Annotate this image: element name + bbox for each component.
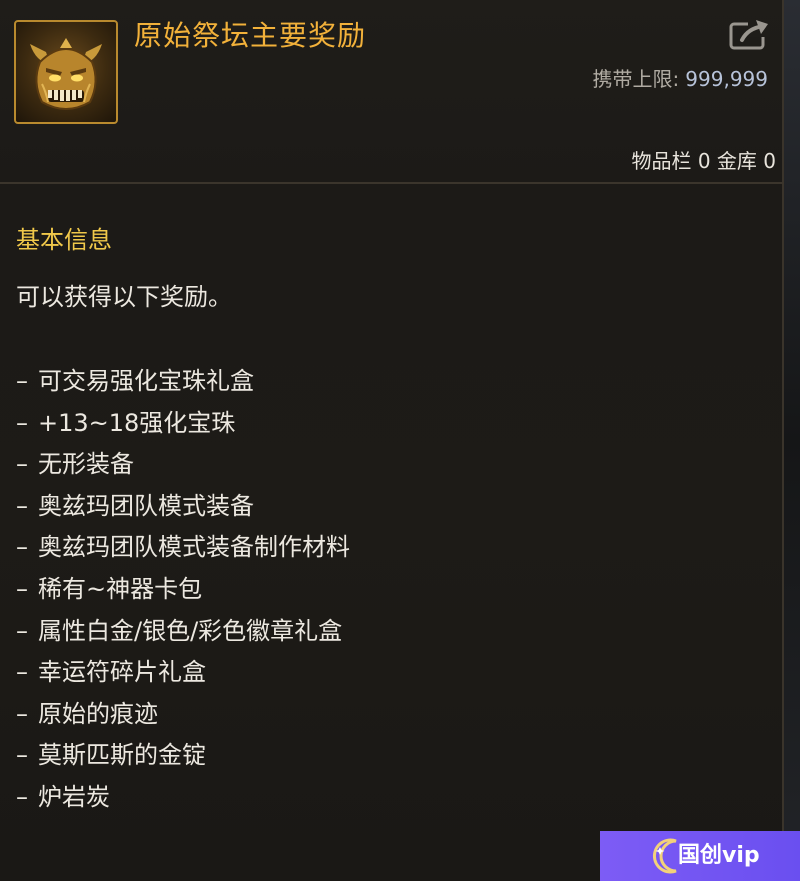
bullet-dash: – — [16, 533, 28, 562]
bullet-dash: – — [16, 491, 28, 520]
item-title: 原始祭坛主要奖励 — [134, 19, 367, 52]
bullet-dash: – — [16, 574, 28, 603]
reward-label: 属性白金/银色/彩色徽章礼盒 — [38, 616, 343, 645]
list-item: – 无形装备 — [16, 444, 350, 486]
bullet-dash: – — [16, 408, 28, 437]
bullet-dash: – — [16, 741, 28, 770]
bullet-dash: – — [16, 699, 28, 728]
reward-label: 原始的痕迹 — [38, 699, 158, 728]
watermark-badge: 国创vip — [600, 831, 800, 881]
list-item: – 幸运符碎片礼盒 — [16, 652, 350, 694]
tooltip-header: 原始祭坛主要奖励 携带上限: 999,999 物品栏 0 金库 0 — [0, 0, 784, 184]
list-item: – 莫斯匹斯的金锭 — [16, 735, 350, 777]
reward-label: 莫斯匹斯的金锭 — [38, 741, 206, 770]
list-item: – 炉岩炭 — [16, 777, 350, 819]
reward-label: +13~18强化宝珠 — [38, 408, 236, 437]
section-title-basic-info: 基本信息 — [16, 226, 112, 254]
bullet-dash: – — [16, 450, 28, 479]
share-icon[interactable] — [728, 16, 772, 52]
list-item: – 原始的痕迹 — [16, 694, 350, 736]
item-tooltip: 原始祭坛主要奖励 携带上限: 999,999 物品栏 0 金库 0 基本信息 可以… — [0, 0, 784, 881]
reward-label: 奥兹玛团队模式装备制作材料 — [38, 533, 350, 562]
golden-demon-mask-icon[interactable] — [14, 20, 118, 124]
list-item: – 奥兹玛团队模式装备制作材料 — [16, 527, 350, 569]
item-description: 可以获得以下奖励。 — [16, 283, 232, 311]
reward-label: 奥兹玛团队模式装备 — [38, 491, 254, 520]
list-item: – 奥兹玛团队模式装备 — [16, 486, 350, 528]
carry-limit-label: 携带上限: — [592, 67, 680, 91]
reward-label: 稀有~神器卡包 — [38, 574, 203, 603]
carry-limit: 携带上限: 999,999 — [593, 64, 768, 94]
reward-label: 幸运符碎片礼盒 — [38, 658, 206, 687]
reward-list: – 可交易强化宝珠礼盒 – +13~18强化宝珠 – 无形装备 – 奥兹玛团队模式装备 … — [16, 361, 350, 819]
bullet-dash: – — [16, 616, 28, 645]
watermark-text: 国创vip — [678, 843, 760, 868]
list-item: – +13~18强化宝珠 — [16, 403, 350, 445]
reward-label: 无形装备 — [38, 450, 134, 479]
bullet-dash: – — [16, 658, 28, 687]
list-item: – 稀有~神器卡包 — [16, 569, 350, 611]
reward-label: 可交易强化宝珠礼盒 — [38, 367, 254, 395]
list-item: – 属性白金/银色/彩色徽章礼盒 — [16, 611, 350, 653]
carry-limit-value: 999,999 — [685, 67, 768, 91]
bullet-dash: – — [16, 367, 28, 395]
bullet-dash: – — [16, 782, 28, 811]
list-item: – 可交易强化宝珠礼盒 — [16, 361, 350, 403]
reward-label: 炉岩炭 — [38, 782, 110, 811]
background-strip — [784, 0, 800, 881]
storage-count: 物品栏 0 金库 0 — [631, 149, 776, 173]
